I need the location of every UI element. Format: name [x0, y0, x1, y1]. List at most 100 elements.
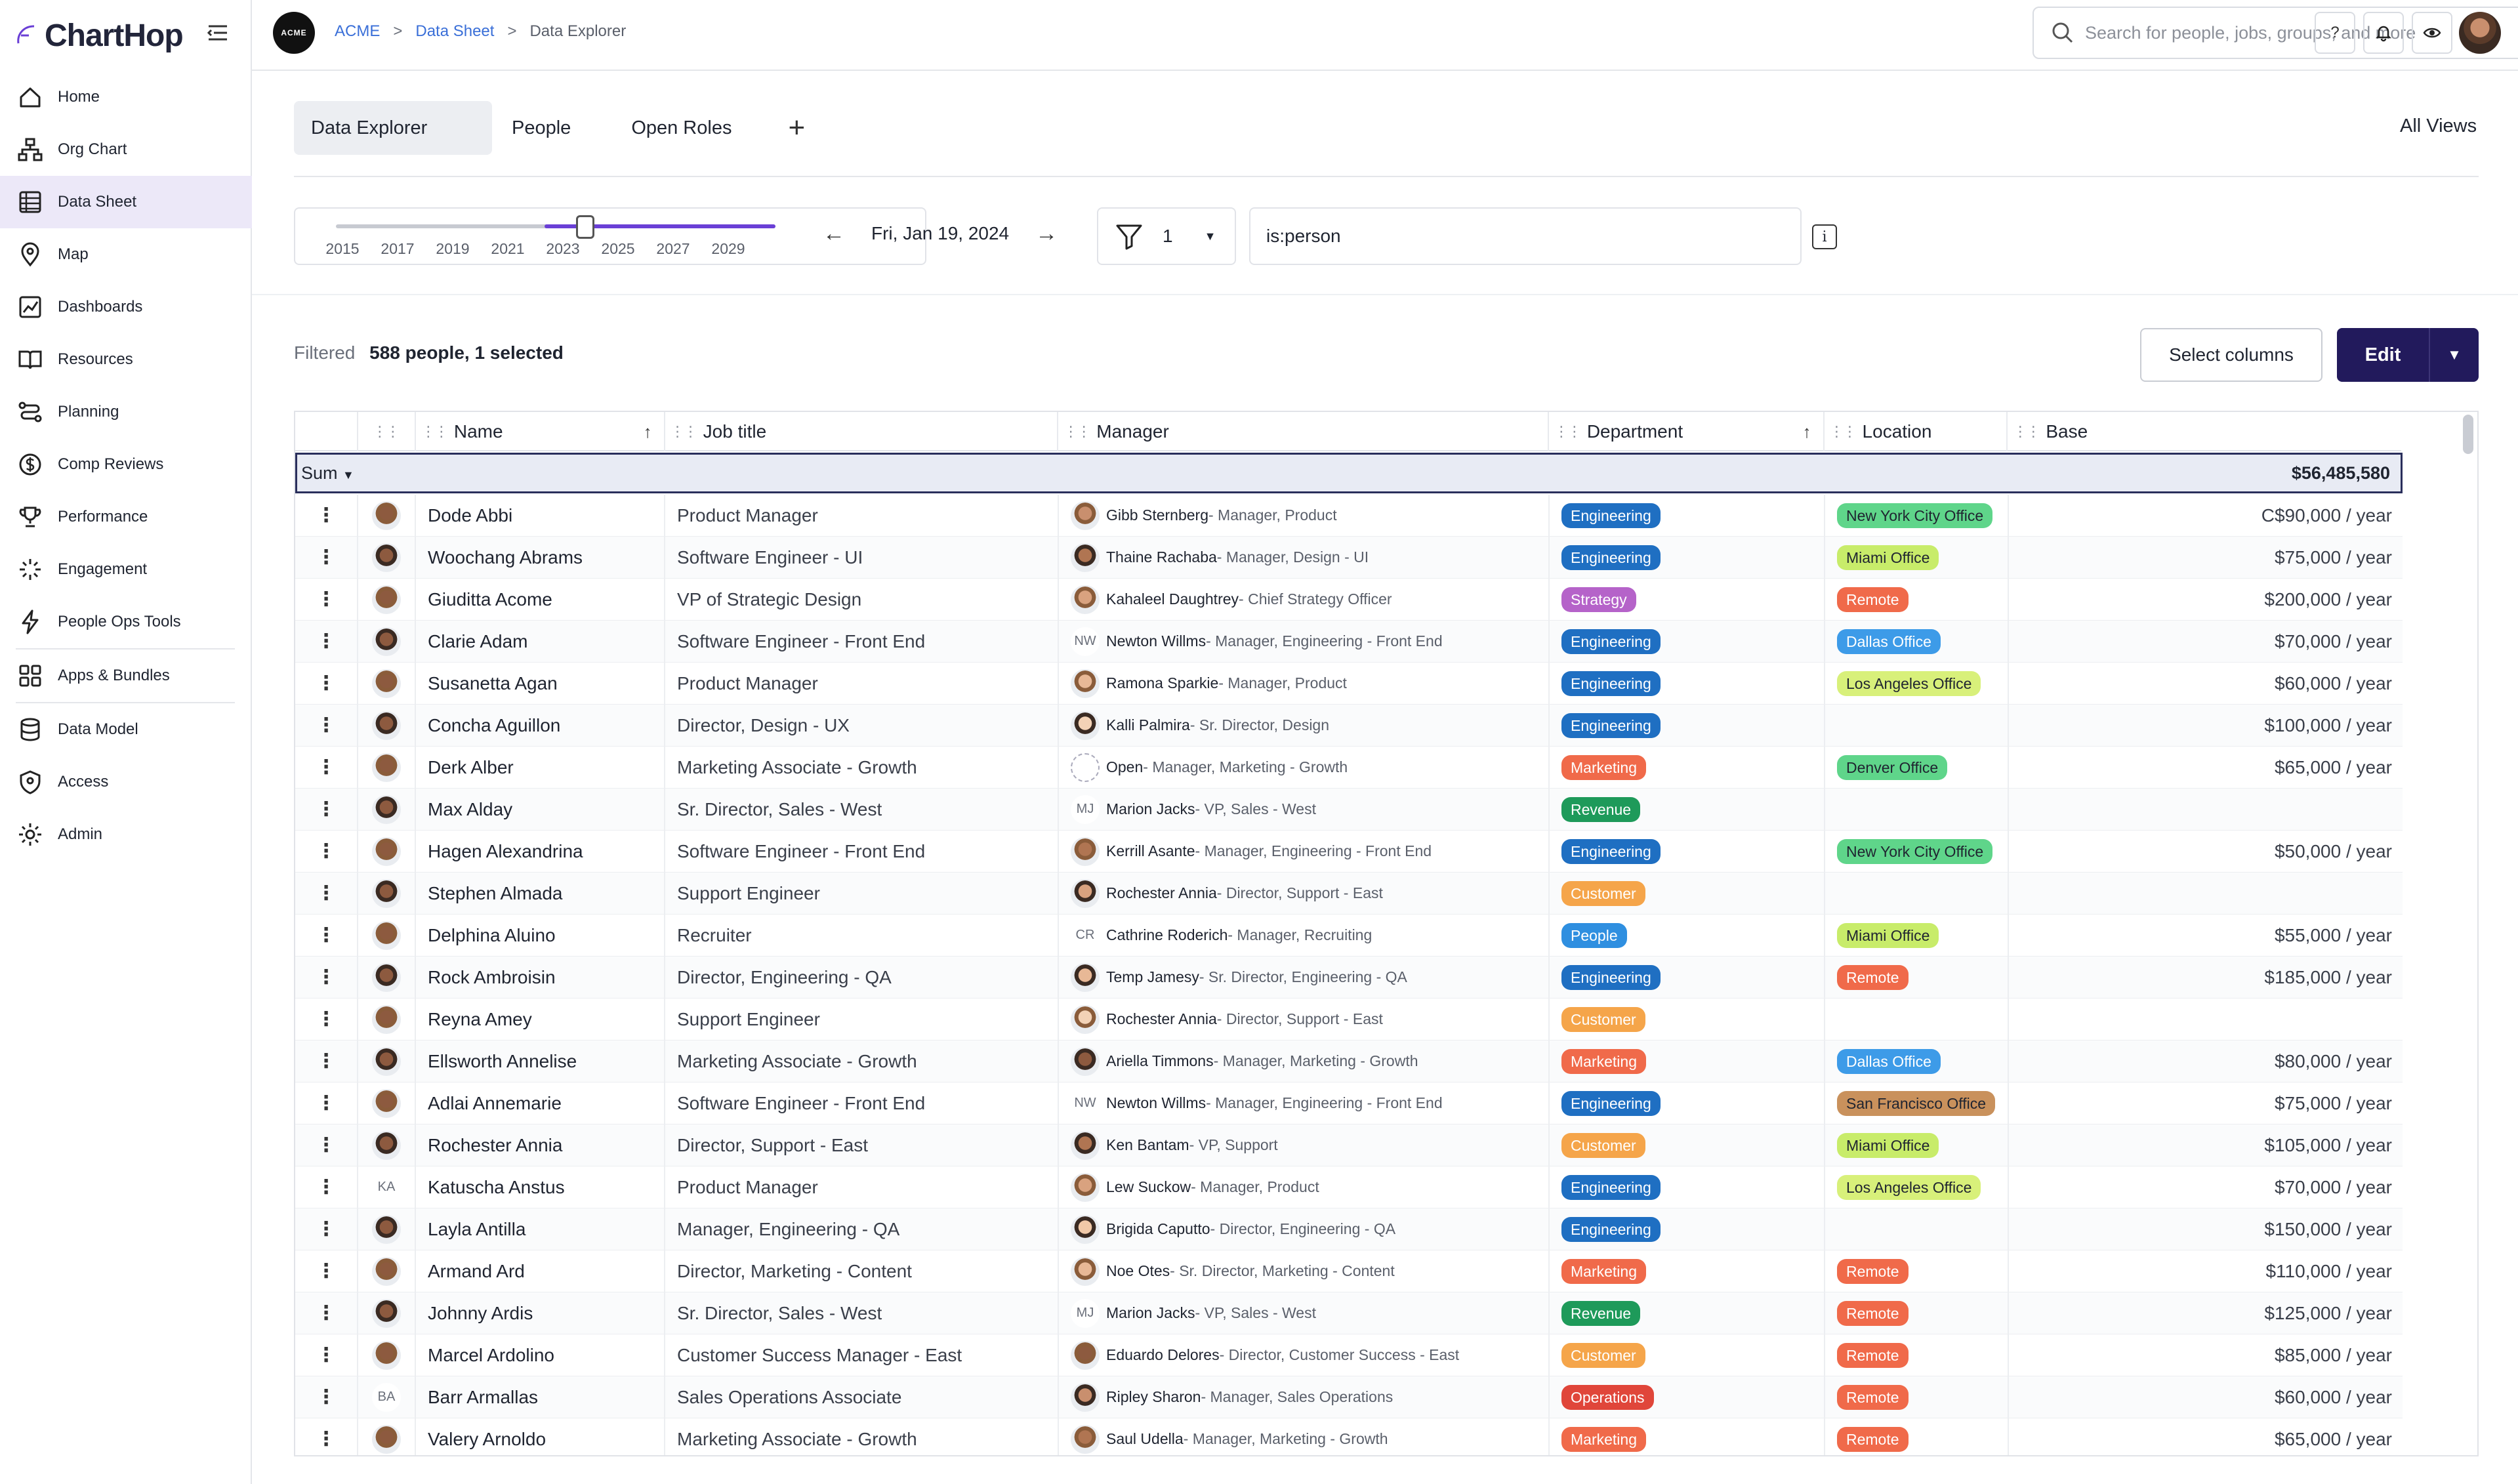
- table-row[interactable]: ⋮ Susanetta Agan Product Manager Ramona Spa…: [295, 662, 2403, 705]
- manager-name[interactable]: Ripley Sharon: [1106, 1388, 1201, 1406]
- avatar[interactable]: [372, 627, 401, 656]
- drag-handle-icon[interactable]: ⋮⋮: [1830, 423, 1857, 440]
- location-cell[interactable]: [1825, 1208, 2009, 1250]
- base-salary[interactable]: $50,000 / year: [2009, 831, 2403, 873]
- row-menu-icon[interactable]: ⋮: [295, 746, 358, 789]
- base-salary[interactable]: $200,000 / year: [2009, 579, 2403, 621]
- job-title[interactable]: Marketing Associate - Growth: [665, 746, 1059, 789]
- location-cell[interactable]: Los Angeles Office: [1825, 662, 2009, 705]
- sidebar-item-apps-bundles[interactable]: Apps & Bundles: [0, 649, 252, 702]
- avatar[interactable]: [1071, 878, 1100, 908]
- base-salary[interactable]: [2009, 999, 2403, 1041]
- avatar-initials[interactable]: BA: [372, 1382, 401, 1412]
- sidebar-item-planning[interactable]: Planning: [0, 386, 252, 438]
- avatar[interactable]: [372, 585, 401, 614]
- base-salary[interactable]: $85,000 / year: [2009, 1334, 2403, 1376]
- location-cell[interactable]: Remote: [1825, 1292, 2009, 1334]
- avatar-initials[interactable]: CR: [1071, 920, 1100, 950]
- breadcrumb-data-sheet[interactable]: Data Sheet: [415, 22, 494, 41]
- job-title[interactable]: Product Manager: [665, 494, 1059, 537]
- department-cell[interactable]: Engineering: [1550, 1208, 1825, 1250]
- header-base[interactable]: ⋮⋮ Base: [2008, 412, 2401, 451]
- person-name[interactable]: Marcel Ardolino: [416, 1334, 665, 1376]
- job-title[interactable]: Software Engineer - Front End: [665, 830, 1059, 873]
- sidebar-item-org-chart[interactable]: Org Chart: [0, 123, 252, 176]
- department-cell[interactable]: Engineering: [1550, 830, 1825, 873]
- sidebar-item-performance[interactable]: Performance: [0, 491, 252, 543]
- table-row[interactable]: ⋮ Dode Abbi Product Manager Gibb Sternberg …: [295, 494, 2403, 537]
- manager-name[interactable]: Cathrine Roderich: [1106, 926, 1228, 944]
- row-menu-icon[interactable]: ⋮: [295, 872, 358, 915]
- table-row[interactable]: ⋮ Armand Ard Director, Marketing - Content…: [295, 1250, 2403, 1292]
- manager-name[interactable]: Lew Suckow: [1106, 1178, 1191, 1196]
- base-salary[interactable]: $65,000 / year: [2009, 747, 2403, 789]
- info-icon[interactable]: i: [1812, 224, 1837, 249]
- row-menu-icon[interactable]: ⋮: [295, 536, 358, 579]
- sidebar-item-home[interactable]: Home: [0, 71, 252, 123]
- table-row[interactable]: ⋮ Johnny Ardis Sr. Director, Sales - West M…: [295, 1292, 2403, 1334]
- row-menu-icon[interactable]: ⋮: [295, 620, 358, 663]
- department-cell[interactable]: Engineering: [1550, 536, 1825, 579]
- avatar[interactable]: [1071, 711, 1100, 740]
- location-cell[interactable]: Denver Office: [1825, 746, 2009, 789]
- department-cell[interactable]: Revenue: [1550, 1292, 1825, 1334]
- tab-people[interactable]: People: [495, 101, 588, 155]
- department-cell[interactable]: Operations: [1550, 1376, 1825, 1418]
- base-salary[interactable]: $70,000 / year: [2009, 621, 2403, 663]
- avatar[interactable]: [1071, 1256, 1100, 1286]
- base-salary[interactable]: $60,000 / year: [2009, 1376, 2403, 1418]
- person-name[interactable]: Max Alday: [416, 788, 665, 831]
- avatar[interactable]: [1071, 1046, 1100, 1076]
- sidebar-item-map[interactable]: Map: [0, 228, 252, 281]
- base-salary[interactable]: $65,000 / year: [2009, 1418, 2403, 1456]
- job-title[interactable]: Director, Design - UX: [665, 704, 1059, 747]
- avatar[interactable]: [372, 669, 401, 698]
- sidebar-item-people-ops-tools[interactable]: People Ops Tools: [0, 596, 252, 648]
- location-cell[interactable]: Remote: [1825, 1334, 2009, 1376]
- avatar[interactable]: [372, 543, 401, 572]
- sidebar-item-resources[interactable]: Resources: [0, 333, 252, 386]
- avatar[interactable]: [1071, 585, 1100, 614]
- avatar[interactable]: [372, 711, 401, 740]
- sidebar-item-data-sheet[interactable]: Data Sheet: [0, 176, 252, 228]
- drag-handle-icon[interactable]: ⋮⋮: [1063, 423, 1091, 440]
- location-cell[interactable]: Remote: [1825, 578, 2009, 621]
- avatar[interactable]: [372, 878, 401, 908]
- sidebar-item-comp-reviews[interactable]: Comp Reviews: [0, 438, 252, 491]
- manager-cell[interactable]: Thaine Rachaba - Manager, Design - UI: [1059, 536, 1550, 579]
- manager-cell[interactable]: Gibb Sternberg - Manager, Product: [1059, 494, 1550, 537]
- avatar[interactable]: [372, 1340, 401, 1370]
- avatar[interactable]: [1071, 1172, 1100, 1202]
- base-salary[interactable]: [2009, 789, 2403, 831]
- job-title[interactable]: Support Engineer: [665, 872, 1059, 915]
- avatar-initials[interactable]: KA: [372, 1172, 401, 1202]
- manager-name[interactable]: Newton Willms: [1106, 632, 1206, 650]
- avatar[interactable]: [1071, 1214, 1100, 1244]
- avatar-initials[interactable]: NW: [1071, 627, 1100, 656]
- manager-cell[interactable]: MJ Marion Jacks - VP, Sales - West: [1059, 788, 1550, 831]
- edit-button[interactable]: Edit: [2337, 328, 2429, 382]
- sidebar-item-engagement[interactable]: Engagement: [0, 543, 252, 596]
- row-menu-icon[interactable]: ⋮: [295, 1292, 358, 1334]
- job-title[interactable]: Marketing Associate - Growth: [665, 1040, 1059, 1082]
- row-menu-icon[interactable]: ⋮: [295, 704, 358, 747]
- manager-cell[interactable]: Eduardo Delores - Director, Customer Suc…: [1059, 1334, 1550, 1376]
- manager-cell[interactable]: Rochester Annia - Director, Support - Ea…: [1059, 872, 1550, 915]
- table-row[interactable]: ⋮ Reyna Amey Support Engineer Rochester Ann…: [295, 998, 2403, 1041]
- department-cell[interactable]: Engineering: [1550, 956, 1825, 999]
- manager-cell[interactable]: NW Newton Willms - Manager, Engineering -…: [1059, 1082, 1550, 1124]
- avatar-initials[interactable]: MJ: [1071, 794, 1100, 824]
- job-title[interactable]: Sr. Director, Sales - West: [665, 1292, 1059, 1334]
- job-title[interactable]: Product Manager: [665, 662, 1059, 705]
- row-menu-icon[interactable]: ⋮: [295, 1418, 358, 1455]
- sum-dropdown[interactable]: Sum ▼: [301, 463, 354, 484]
- add-tab-icon[interactable]: +: [788, 112, 805, 144]
- location-cell[interactable]: Los Angeles Office: [1825, 1166, 2009, 1208]
- location-cell[interactable]: New York City Office: [1825, 830, 2009, 873]
- manager-name[interactable]: Brigida Caputto: [1106, 1220, 1210, 1238]
- person-name[interactable]: Armand Ard: [416, 1250, 665, 1292]
- row-menu-icon[interactable]: ⋮: [295, 1040, 358, 1082]
- row-menu-icon[interactable]: ⋮: [295, 1166, 358, 1208]
- avatar[interactable]: [1071, 669, 1100, 698]
- base-salary[interactable]: C$90,000 / year: [2009, 495, 2403, 537]
